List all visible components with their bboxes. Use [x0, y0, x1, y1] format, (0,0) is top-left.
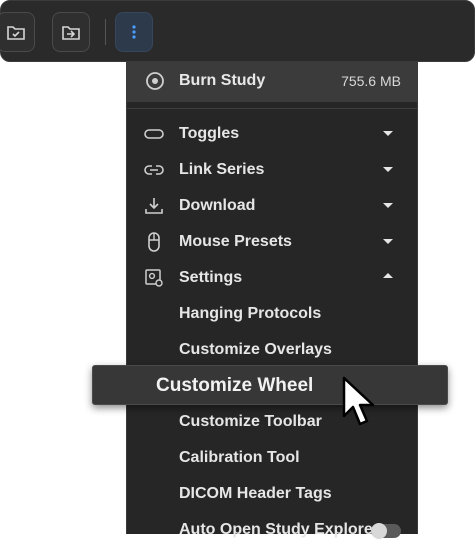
- toggle-icon: [144, 129, 164, 139]
- chevron-down-icon: [383, 239, 393, 244]
- more-options-menu: Burn Study 755.6 MB Toggles Link Series …: [126, 62, 418, 539]
- menu-item-label: Settings: [179, 269, 243, 286]
- download-icon: [145, 198, 163, 214]
- burn-study-label: Burn Study: [179, 72, 266, 89]
- folder-check-icon: [7, 26, 25, 40]
- submenu-item-dicom-header-tags[interactable]: DICOM Header Tags: [179, 485, 332, 503]
- chevron-down-icon: [383, 131, 393, 136]
- menu-item-download[interactable]: Download: [127, 188, 417, 224]
- menu-item-label: Mouse Presets: [179, 233, 292, 250]
- submenu-item-calibration-tool[interactable]: Calibration Tool: [179, 449, 300, 467]
- toggle-knob: [371, 523, 387, 539]
- top-toolbar: [0, 0, 475, 62]
- submenu-item-hanging-protocols[interactable]: Hanging Protocols: [179, 305, 321, 323]
- submenu-item-auto-open-study-explorer[interactable]: Auto Open Study Explorer: [179, 521, 379, 539]
- mouse-icon: [148, 232, 160, 252]
- disc-icon: [146, 72, 164, 90]
- folder-import-button[interactable]: [52, 12, 90, 52]
- submenu-item-customize-overlays[interactable]: Customize Overlays: [179, 341, 332, 359]
- chevron-down-icon: [383, 167, 393, 172]
- auto-open-toggle[interactable]: [371, 523, 401, 539]
- chevron-down-icon: [383, 203, 393, 208]
- menu-item-link-series[interactable]: Link Series: [127, 152, 417, 188]
- menu-item-label: Link Series: [179, 161, 265, 178]
- mouse-cursor-icon: [342, 376, 375, 426]
- submenu-item-label: Customize Wheel: [156, 375, 314, 396]
- more-vertical-icon: [132, 25, 136, 39]
- menu-item-settings[interactable]: Settings: [127, 260, 417, 296]
- menu-divider: [127, 108, 417, 109]
- menu-item-label: Download: [179, 197, 256, 214]
- burn-study-size: 755.6 MB: [341, 73, 401, 89]
- link-icon: [144, 165, 164, 175]
- chevron-up-icon: [383, 273, 393, 278]
- menu-item-label: Toggles: [179, 125, 240, 142]
- submenu-item-customize-wheel[interactable]: Customize Wheel: [92, 365, 448, 405]
- folder-check-button[interactable]: [0, 12, 35, 52]
- toolbar-divider: [105, 19, 106, 45]
- menu-item-toggles[interactable]: Toggles: [127, 116, 417, 152]
- menu-item-mouse-presets[interactable]: Mouse Presets: [127, 224, 417, 260]
- more-options-button[interactable]: [115, 12, 153, 52]
- submenu-item-customize-toolbar[interactable]: Customize Toolbar: [179, 413, 322, 431]
- folder-import-icon: [62, 26, 80, 40]
- burn-study-item[interactable]: Burn Study 755.6 MB: [127, 62, 417, 102]
- settings-icon: [145, 269, 163, 287]
